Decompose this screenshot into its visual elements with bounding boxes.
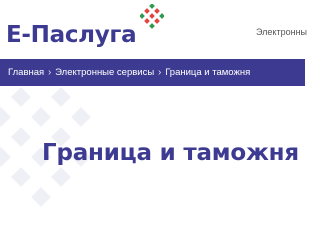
breadcrumb-item-current: Граница и таможня <box>165 67 251 78</box>
breadcrumb: Главная › Электронные сервисы › Граница … <box>8 67 250 79</box>
site-header: Е-Паслуга Электронны <box>0 0 307 59</box>
breadcrumb-bar: Главная › Электронные сервисы › Граница … <box>0 59 305 86</box>
logo-text[interactable]: Е-Паслуга <box>6 22 137 48</box>
nav-link-electronic-services[interactable]: Электронны <box>256 27 307 38</box>
breadcrumb-item-home[interactable]: Главная <box>8 67 44 79</box>
ornament-logo-icon[interactable] <box>140 4 164 29</box>
main-content: Граница и таможня <box>0 86 305 207</box>
page-title: Граница и таможня <box>42 140 299 166</box>
breadcrumb-separator-icon: › <box>48 67 52 78</box>
breadcrumb-separator-icon: › <box>158 67 162 78</box>
breadcrumb-item-electronic-services[interactable]: Электронные сервисы <box>55 67 154 79</box>
